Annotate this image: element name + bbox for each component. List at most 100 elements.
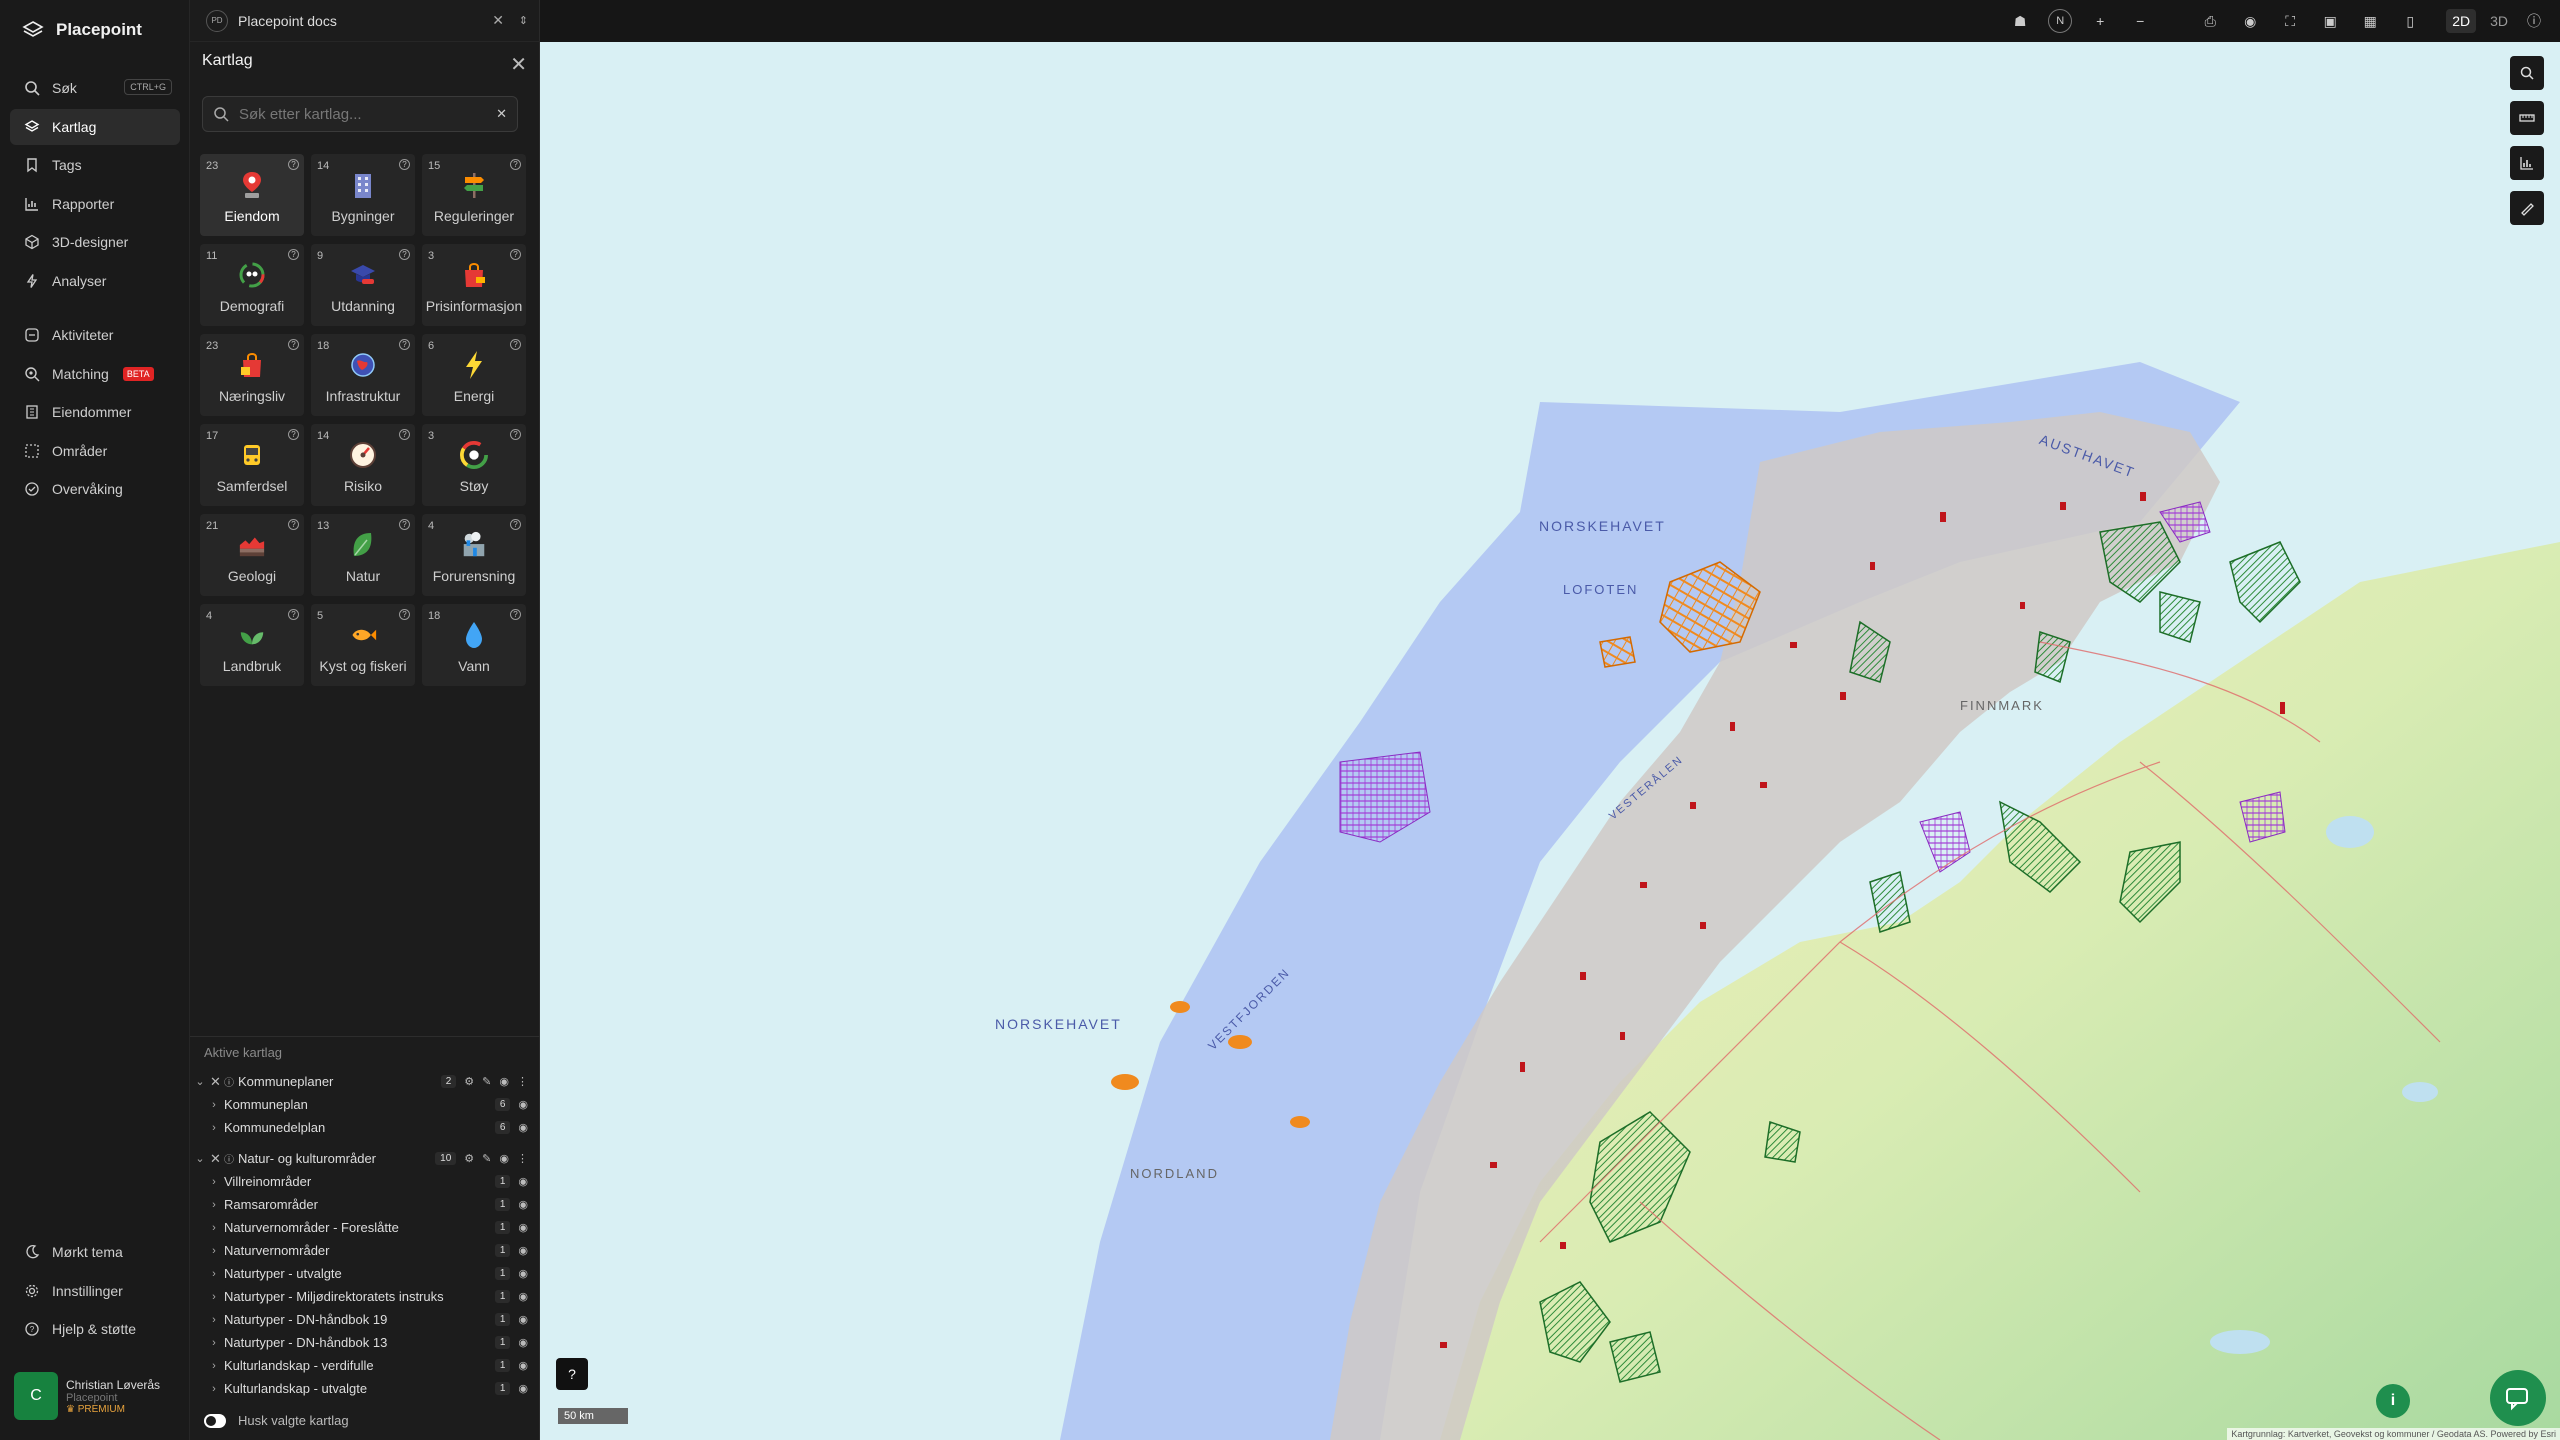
chat-button[interactable] <box>2490 1370 2546 1426</box>
category-forurensning[interactable]: 4? Forurensning <box>422 514 526 596</box>
nav-item-omrader[interactable]: Områder <box>10 433 180 469</box>
chevron-right-icon[interactable]: › <box>204 1383 224 1395</box>
map-search-tool[interactable] <box>2510 56 2544 90</box>
chevron-right-icon[interactable]: › <box>204 1337 224 1349</box>
nav-item-dark-theme[interactable]: Mørkt tema <box>10 1234 180 1270</box>
edit-icon[interactable]: ✎ <box>482 1075 491 1088</box>
fullscreen-icon[interactable]: ⛶ <box>2278 9 2302 33</box>
remove-icon[interactable]: ✕ <box>210 1074 224 1090</box>
eye-icon[interactable]: ◉ <box>518 1221 528 1234</box>
category-prisinformasjon[interactable]: 3? Prisinformasjon <box>422 244 526 326</box>
info-icon[interactable]: ? <box>510 519 521 530</box>
remove-icon[interactable]: ✕ <box>210 1151 224 1167</box>
info-icon[interactable]: ? <box>399 609 410 620</box>
info-icon[interactable]: ? <box>288 249 299 260</box>
analysis-tool[interactable] <box>2510 146 2544 180</box>
layer-row[interactable]: › Kulturlandskap - utvalgte 1 ◉ <box>190 1377 540 1400</box>
info-icon[interactable]: ? <box>288 159 299 170</box>
nav-item-settings[interactable]: Innstillinger <box>10 1273 180 1309</box>
settings-icon[interactable]: ⚙ <box>464 1152 474 1165</box>
chevron-right-icon[interactable]: › <box>204 1360 224 1372</box>
camera-icon[interactable]: ▣ <box>2318 9 2342 33</box>
chevron-right-icon[interactable]: › <box>204 1222 224 1234</box>
layer-row[interactable]: › Villreinområder 1 ◉ <box>190 1170 540 1193</box>
eye-icon[interactable]: ◉ <box>518 1198 528 1211</box>
info-icon[interactable]: ? <box>399 249 410 260</box>
chevron-right-icon[interactable]: › <box>204 1176 224 1188</box>
zoom-in-button[interactable]: + <box>2088 9 2112 33</box>
eye-icon[interactable]: ◉ <box>518 1244 528 1257</box>
info-icon[interactable]: ? <box>288 609 299 620</box>
info-icon[interactable]: ? <box>510 159 521 170</box>
info-icon[interactable]: ? <box>510 249 521 260</box>
category-vann[interactable]: 18? Vann <box>422 604 526 686</box>
eye-icon[interactable]: ◉ <box>518 1098 528 1111</box>
layer-row[interactable]: › Naturvernområder 1 ◉ <box>190 1239 540 1262</box>
category-landbruk[interactable]: 4? Landbruk <box>200 604 304 686</box>
chevron-updown-icon[interactable]: ⇕ <box>519 14 528 27</box>
nav-item-overvaking[interactable]: Overvåking <box>10 471 180 507</box>
more-icon[interactable]: ⋮ <box>517 1075 528 1088</box>
eye-icon[interactable]: ◉ <box>518 1121 528 1134</box>
nav-item-3d-designer[interactable]: 3D-designer <box>10 224 180 260</box>
layer-row[interactable]: › Naturtyper - DN-håndbok 13 1 ◉ <box>190 1331 540 1354</box>
eye-icon[interactable]: ◉ <box>499 1152 509 1165</box>
layer-row[interactable]: › Naturvernområder - Foreslåtte 1 ◉ <box>190 1216 540 1239</box>
eye-icon[interactable]: ◉ <box>499 1075 509 1088</box>
category-energi[interactable]: 6? Energi <box>422 334 526 416</box>
nav-item-rapporter[interactable]: Rapporter <box>10 186 180 222</box>
nav-item-matching[interactable]: Matching BETA <box>10 356 180 392</box>
compass-north-button[interactable]: N <box>2048 9 2073 33</box>
info-icon[interactable]: ? <box>510 339 521 350</box>
category-naeringsliv[interactable]: 23? Næringsliv <box>200 334 304 416</box>
close-panel-icon[interactable]: ✕ <box>510 52 527 77</box>
eye-icon[interactable]: ◉ <box>518 1313 528 1326</box>
nav-item-analyser[interactable]: Analyser <box>10 263 180 299</box>
user-profile[interactable]: C Christian Løverås Placepoint ♛ PREMIUM <box>14 1370 180 1422</box>
chevron-down-icon[interactable]: ⌄ <box>190 1075 210 1088</box>
robot-icon[interactable]: ☗ <box>2008 9 2032 33</box>
category-risiko[interactable]: 14? Risiko <box>311 424 415 506</box>
info-icon[interactable]: ? <box>288 429 299 440</box>
layer-group-header[interactable]: ⌄ ✕ ⓘ Kommuneplaner 2 ⚙ ✎ ◉ ⋮ <box>190 1070 540 1093</box>
info-icon[interactable]: ⓘ <box>2522 9 2546 33</box>
nav-item-eiendommer[interactable]: Eiendommer <box>10 394 180 430</box>
info-icon[interactable]: ⓘ <box>224 1074 236 1089</box>
info-icon[interactable]: ? <box>399 339 410 350</box>
layer-group-header[interactable]: ⌄ ✕ ⓘ Natur- og kulturområder 10 ⚙ ✎ ◉ ⋮ <box>190 1147 540 1170</box>
chevron-right-icon[interactable]: › <box>204 1099 224 1111</box>
workspace-selector[interactable]: PD Placepoint docs ✕ ⇕ <box>190 0 540 42</box>
nav-item-help[interactable]: ? Hjelp & støtte <box>10 1311 180 1347</box>
measure-tool[interactable] <box>2510 101 2544 135</box>
category-eiendom[interactable]: 23? Eiendom <box>200 154 304 236</box>
category-utdanning[interactable]: 9? Utdanning <box>311 244 415 326</box>
mode-2d-button[interactable]: 2D <box>2446 9 2477 33</box>
category-infrastruktur[interactable]: 18? Infrastruktur <box>311 334 415 416</box>
layer-row[interactable]: › Naturtyper - DN-håndbok 19 1 ◉ <box>190 1308 540 1331</box>
map-help-button[interactable]: ? <box>556 1358 588 1390</box>
grid-icon[interactable]: ▦ <box>2358 9 2382 33</box>
layer-row[interactable]: › Kulturlandskap - verdifulle 1 ◉ <box>190 1354 540 1377</box>
brand[interactable]: Placepoint <box>22 20 142 40</box>
info-icon[interactable]: ? <box>510 609 521 620</box>
bookmark-icon[interactable]: ▯ <box>2398 9 2422 33</box>
nav-item-aktiviteter[interactable]: Aktiviteter <box>10 317 180 353</box>
category-bygninger[interactable]: 14? Bygninger <box>311 154 415 236</box>
info-icon[interactable]: ? <box>399 429 410 440</box>
info-icon[interactable]: ⓘ <box>224 1151 236 1166</box>
nav-item-kartlag[interactable]: Kartlag <box>10 108 180 145</box>
layer-row[interactable]: › Naturtyper - utvalgte 1 ◉ <box>190 1262 540 1285</box>
remember-layers-toggle[interactable] <box>204 1413 226 1428</box>
category-reguleringer[interactable]: 15? Reguleringer <box>422 154 526 236</box>
settings-icon[interactable]: ⚙ <box>464 1075 474 1088</box>
info-icon[interactable]: ? <box>399 159 410 170</box>
edit-icon[interactable]: ✎ <box>482 1152 491 1165</box>
eye-icon[interactable]: ◉ <box>2238 9 2262 33</box>
category-stoy[interactable]: 3? Støy <box>422 424 526 506</box>
layer-row[interactable]: › Kommuneplan 6 ◉ <box>190 1093 540 1116</box>
chevron-right-icon[interactable]: › <box>204 1268 224 1280</box>
map-info-button[interactable]: i <box>2376 1384 2410 1418</box>
map-canvas[interactable]: NORSKEHAVET NORSKEHAVET AUSTHAVET LOFOTE… <box>540 42 2560 1440</box>
chevron-right-icon[interactable]: › <box>204 1291 224 1303</box>
category-samferdsel[interactable]: 17? Samferdsel <box>200 424 304 506</box>
